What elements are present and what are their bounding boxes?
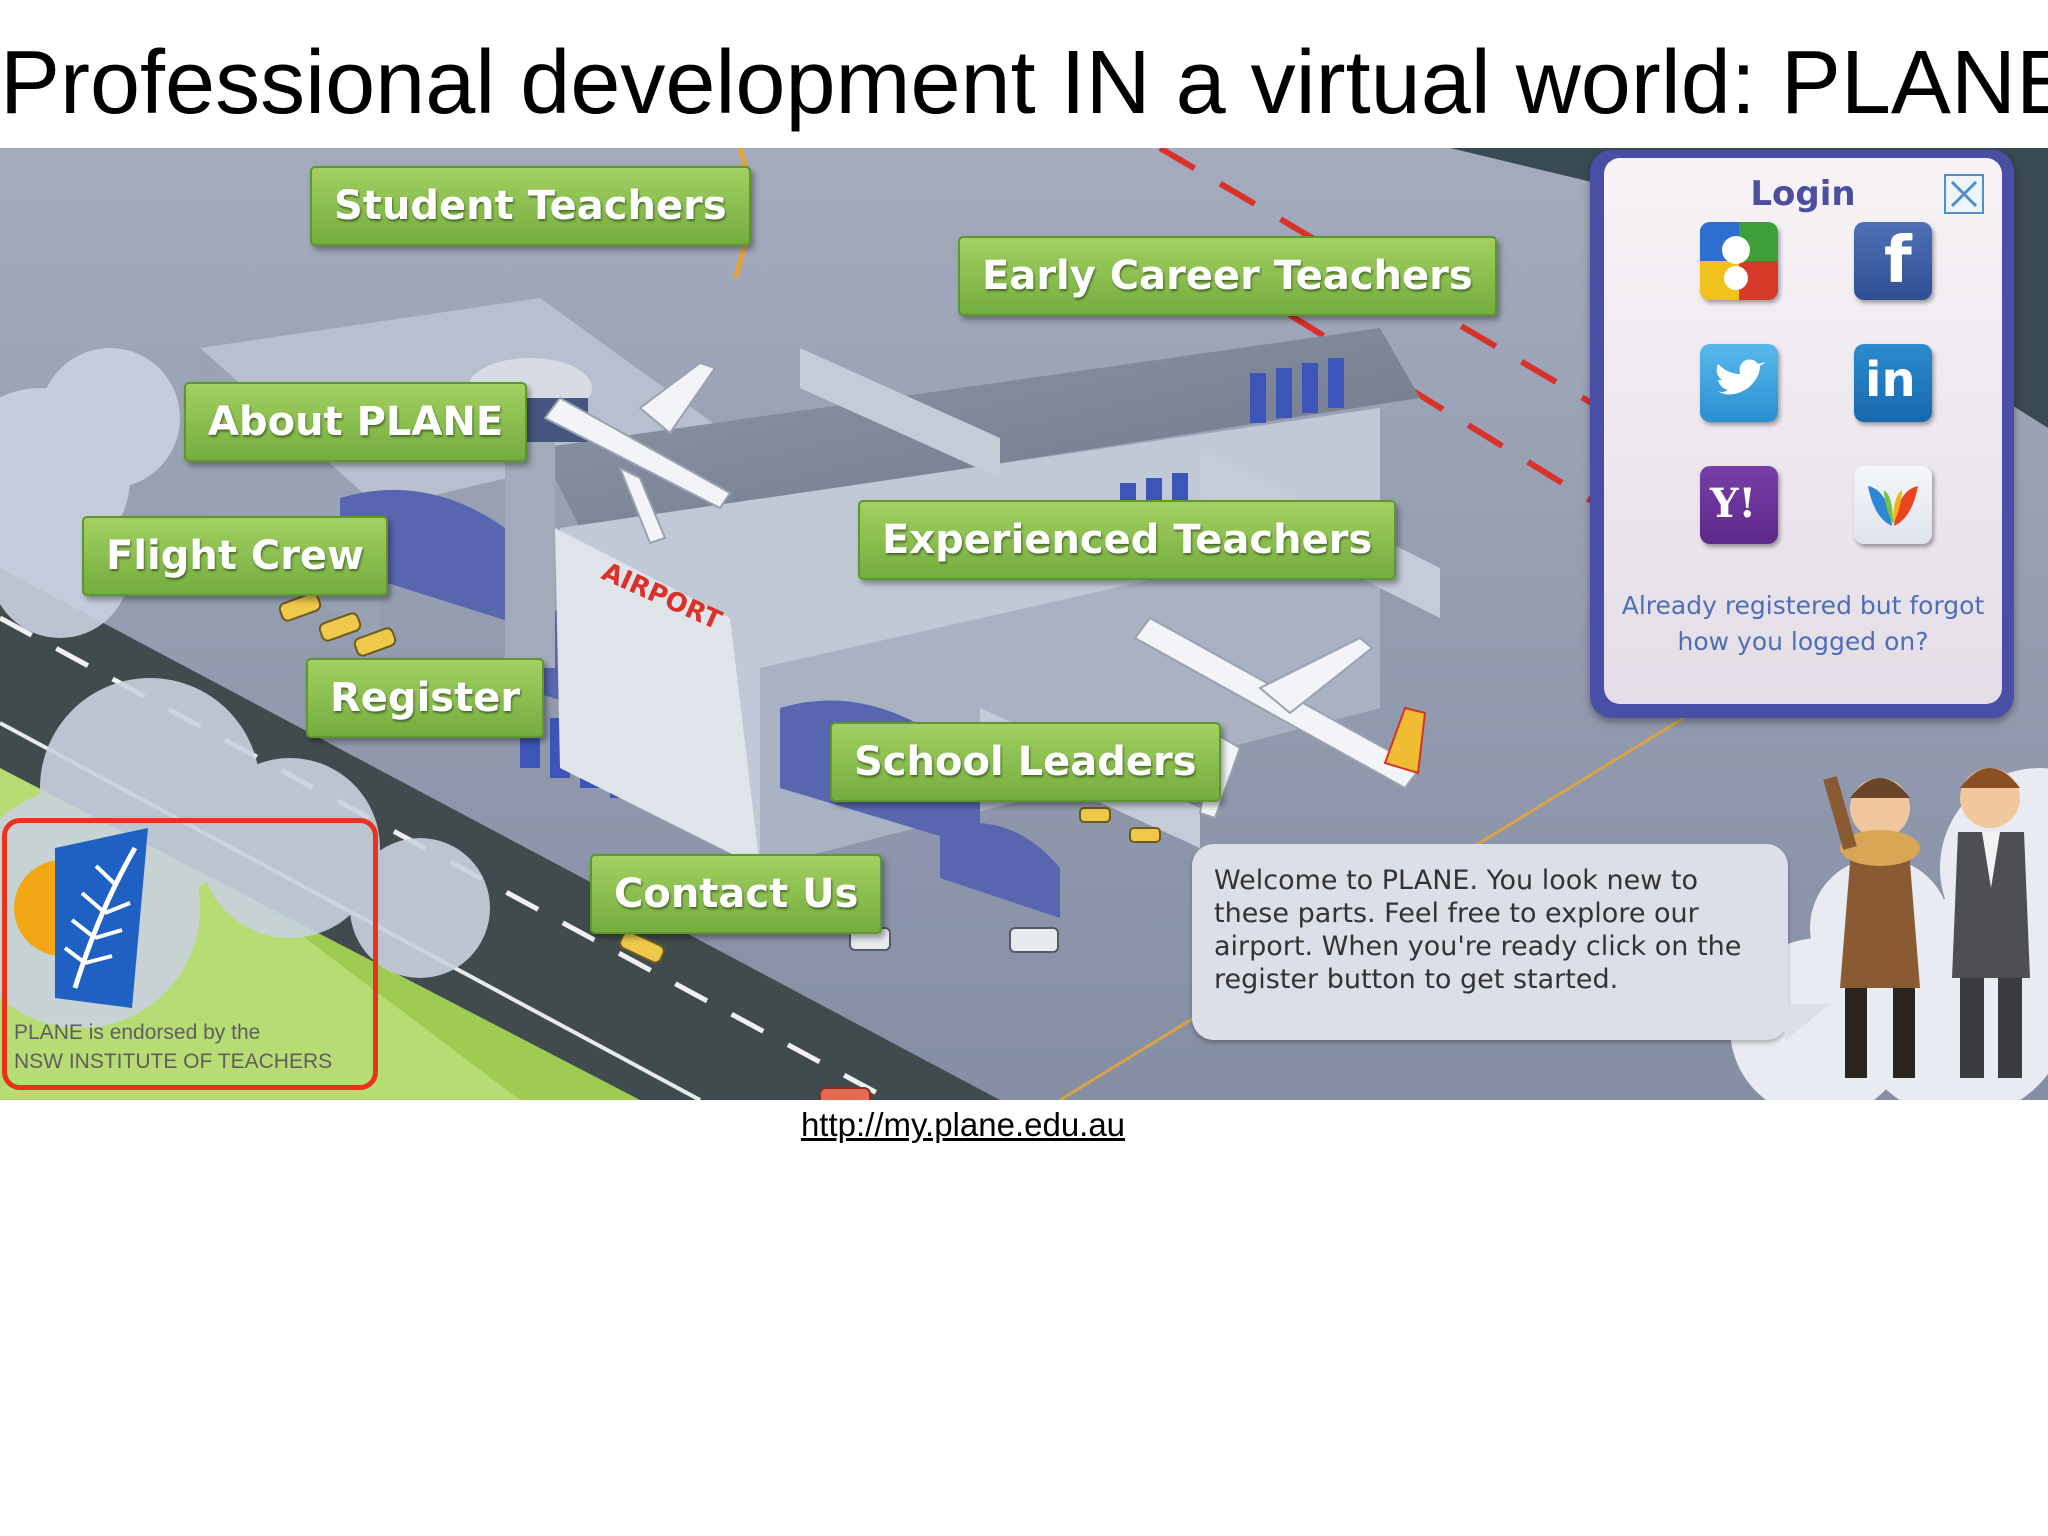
site-url-link[interactable]: http://my.plane.edu.au (0, 1106, 1926, 1144)
nav-contact-us[interactable]: Contact Us (590, 854, 883, 934)
twitter-icon[interactable] (1700, 344, 1778, 422)
slide-title: Professional development IN a virtual wo… (0, 33, 2048, 133)
windows-live-icon[interactable] (1854, 466, 1932, 544)
highlight-box (2, 818, 378, 1090)
speech-bubble-tail (1780, 1004, 1830, 1040)
forgot-login-link[interactable]: Already registered but forgot how you lo… (1604, 588, 2002, 660)
nav-school-leaders[interactable]: School Leaders (830, 722, 1221, 802)
facebook-icon[interactable]: f (1854, 222, 1932, 300)
forgot-line-1: Already registered but forgot (1621, 591, 1985, 620)
welcome-message: Welcome to PLANE. You look new to these … (1214, 865, 1742, 995)
close-icon[interactable] (1944, 174, 1984, 214)
linkedin-glyph: in (1865, 352, 1916, 408)
login-panel-body: Login f in Y! Already registered but for… (1604, 158, 2002, 704)
yahoo-icon[interactable]: Y! (1700, 466, 1778, 544)
welcome-speech-bubble: Welcome to PLANE. You look new to these … (1192, 844, 1788, 1040)
facebook-glyph: f (1884, 224, 1912, 298)
nav-register[interactable]: Register (306, 658, 545, 738)
nav-early-career-teachers[interactable]: Early Career Teachers (958, 236, 1497, 316)
google-icon[interactable] (1700, 222, 1778, 300)
yahoo-glyph: Y! (1710, 480, 1757, 527)
login-title: Login (1750, 174, 1856, 214)
nav-experienced-teachers[interactable]: Experienced Teachers (858, 500, 1397, 580)
forgot-line-2: how you logged on? (1677, 627, 1929, 656)
plane-website-screenshot: AIRPORT Student Teachers Early Career Te… (0, 148, 2048, 1100)
nav-flight-crew[interactable]: Flight Crew (82, 516, 389, 596)
linkedin-icon[interactable]: in (1854, 344, 1932, 422)
nav-about-plane[interactable]: About PLANE (184, 382, 528, 462)
nav-student-teachers[interactable]: Student Teachers (310, 166, 751, 246)
login-panel: Login f in Y! Already registered but for… (1590, 150, 2014, 718)
